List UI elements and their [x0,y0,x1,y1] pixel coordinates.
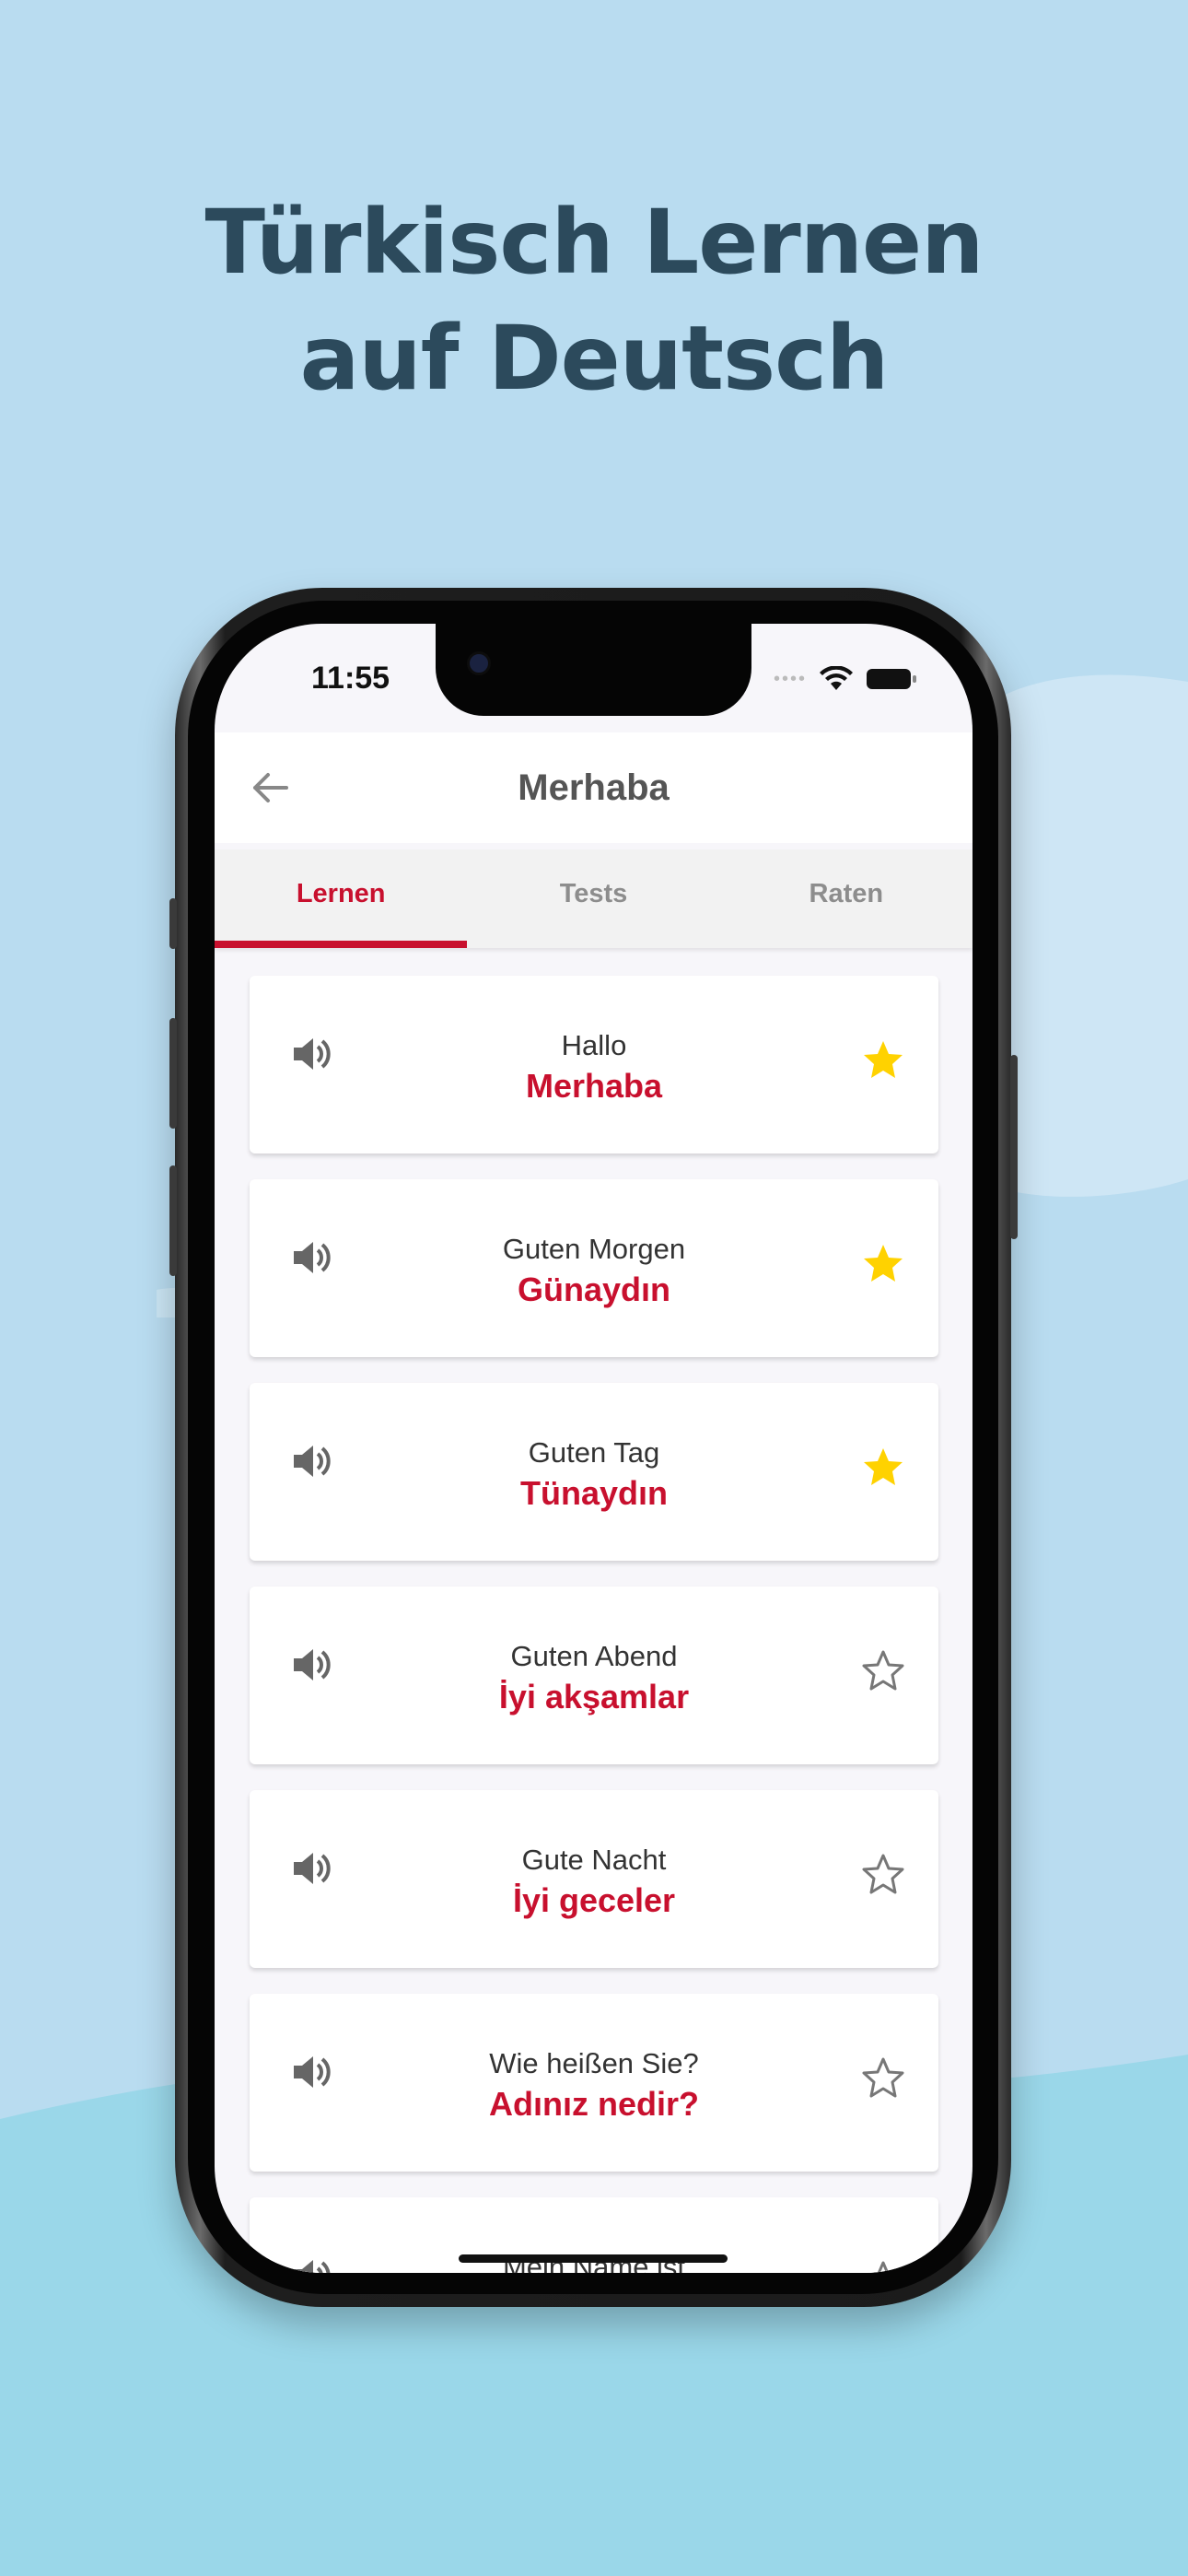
app-screen: 11:55 •••• Merhaba Lernen Tests Raten Ha… [215,624,973,2273]
star-outline-icon[interactable] [861,2056,905,2101]
phrase-card[interactable]: Guten Abend İyi akşamlar [250,1587,938,1764]
star-outline-icon[interactable] [861,1853,905,1897]
phrase-list: Hallo Merhaba Guten Morgen Günaydın Guten Ta… [250,976,938,2273]
headline-line-2: auf Deutsch [299,307,890,410]
phrase-turkish: İyi akşamlar [498,1678,690,1715]
phrase-texts: Hallo Merhaba [351,1027,837,1108]
speaker-icon[interactable] [288,1845,334,1891]
speaker-icon[interactable] [288,2049,334,2095]
phrase-german: Guten Tag [528,1436,660,1469]
phrase-german: Hallo [561,1029,627,1061]
signal-dots-icon: •••• [773,668,807,689]
battery-icon [867,669,916,689]
tab-raten[interactable]: Raten [720,849,973,948]
star-filled-icon[interactable] [861,1242,905,1286]
phrase-turkish: Merhaba [525,1067,663,1105]
star-outline-icon[interactable] [861,2260,905,2273]
camera-icon [467,651,491,675]
app-bar: Merhaba [215,732,973,843]
phrase-turkish: İyi geceler [512,1881,676,1919]
phrase-card[interactable]: Hallo Merhaba [250,976,938,1153]
speaker-icon[interactable] [288,1642,334,1688]
phrase-german: Wie heißen Sie? [489,2047,699,2079]
phrase-german: Gute Nacht [521,1844,667,1876]
phrase-texts: Guten Tag Tünaydın [351,1434,837,1516]
phrase-card[interactable]: Wie heißen Sie? Adınız nedir? [250,1994,938,2172]
tab-bar: Lernen Tests Raten [215,849,973,948]
star-filled-icon[interactable] [861,1446,905,1490]
phone-side-button [169,898,177,949]
phrase-texts: Wie heißen Sie? Adınız nedir? [351,2045,837,2126]
wifi-icon [820,666,853,690]
headline: Türkisch Lernen auf Deutsch [0,184,1188,416]
phrase-texts: Guten Abend İyi akşamlar [351,1638,837,1719]
star-outline-icon[interactable] [861,1649,905,1693]
star-filled-icon[interactable] [861,1038,905,1083]
phrase-german: Guten Morgen [502,1233,686,1265]
phrase-card[interactable]: Gute Nacht İyi geceler [250,1790,938,1968]
headline-line-1: Türkisch Lernen [204,191,984,294]
phrase-card[interactable]: Guten Morgen Günaydın [250,1179,938,1357]
phrase-turkish: Günaydın [517,1270,670,1308]
speaker-icon[interactable] [288,2253,334,2273]
page-title: Merhaba [518,767,670,808]
phrase-turkish: Tünaydın [520,1474,668,1512]
phrase-card[interactable]: Guten Tag Tünaydın [250,1383,938,1561]
phone-volume-up-button [169,1018,177,1129]
speaker-icon[interactable] [288,1235,334,1281]
phrase-texts: Guten Morgen Günaydın [351,1231,837,1312]
home-indicator[interactable] [459,2254,728,2263]
phrase-texts: Gute Nacht İyi geceler [351,1842,837,1923]
tab-tests[interactable]: Tests [467,849,719,948]
tab-lernen[interactable]: Lernen [215,849,468,948]
phone-power-button [1010,1055,1018,1239]
speaker-icon[interactable] [288,1438,334,1484]
notch [436,624,751,716]
status-time: 11:55 [311,661,390,696]
phone-volume-down-button [169,1165,177,1276]
phrase-turkish: Adınız nedir? [489,2085,699,2123]
status-icons: •••• [774,661,917,697]
speaker-icon[interactable] [288,1031,334,1077]
phrase-german: Guten Abend [510,1640,678,1672]
